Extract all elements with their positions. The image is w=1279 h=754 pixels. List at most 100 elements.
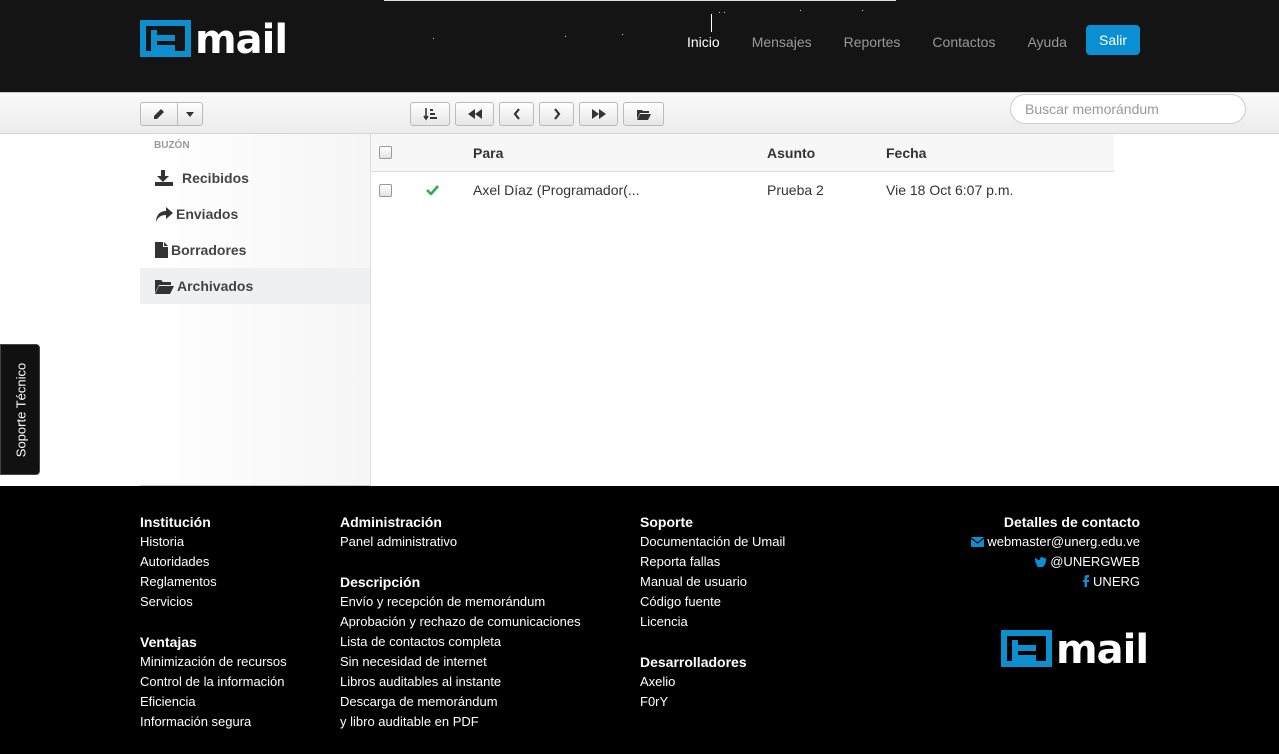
- footer-heading: Soporte: [640, 514, 693, 530]
- top-navbar: mail Inicio Mensajes Reportes Contactos …: [0, 0, 1279, 92]
- footer-link[interactable]: Autoridades: [140, 552, 287, 572]
- footer-text: Descarga de memorándum: [340, 694, 498, 709]
- first-page-button[interactable]: [455, 102, 494, 126]
- footer-link[interactable]: Manual de usuario: [640, 572, 785, 592]
- footer-text: Información segura: [140, 714, 252, 729]
- sort-button[interactable]: [410, 102, 450, 126]
- footer-link[interactable]: Licencia: [640, 612, 785, 632]
- contact-email-text: webmaster@unerg.edu.ve: [987, 534, 1140, 549]
- logo-mark-icon: [1001, 630, 1052, 667]
- footer-link[interactable]: Reporta fallas: [640, 552, 785, 572]
- download-icon: [155, 170, 173, 186]
- row-checkbox[interactable]: [379, 172, 392, 208]
- footer-heading: Descripción: [340, 574, 421, 590]
- footer-text: y libro auditable en PDF: [340, 714, 479, 729]
- footer-heading: Desarrolladores: [640, 654, 747, 670]
- footer-link[interactable]: Código fuente: [640, 592, 785, 612]
- footer-text: Minimización de recursos: [140, 654, 287, 669]
- footer-col-soporte: Soporte Documentación de Umail Reporta f…: [640, 512, 785, 712]
- navbar-top-line: [384, 0, 896, 1]
- footer-col-institucion: Institución Historia Autoridades Reglame…: [140, 512, 287, 732]
- footer-link[interactable]: Axelio: [640, 672, 785, 692]
- file-icon: [155, 242, 168, 258]
- table-row[interactable]: Axel Díaz (Programador(... Prueba 2 Vie …: [371, 172, 1114, 208]
- toolbar: [0, 92, 1279, 134]
- row-asunto: Prueba 2: [767, 182, 824, 198]
- footer-logo-text: mail: [1056, 627, 1149, 673]
- soporte-tab-label: Soporte Técnico: [13, 362, 29, 458]
- table-header: Para Asunto Fecha: [371, 134, 1114, 172]
- sidebar-item-archivados[interactable]: Archivados: [140, 268, 370, 304]
- contact-email[interactable]: webmaster@unerg.edu.ve: [970, 532, 1140, 552]
- select-all-checkbox[interactable]: [379, 134, 392, 171]
- logo-mark-icon: [140, 20, 191, 57]
- footer-link[interactable]: Panel administrativo: [340, 532, 581, 552]
- sidebar: Buzón Recibidos Enviados Borradores Arch…: [140, 134, 371, 486]
- contact-facebook-text: UNERG: [1093, 574, 1140, 589]
- prev-page-button[interactable]: [499, 102, 534, 126]
- footer-heading: Detalles de contacto: [1003, 514, 1140, 530]
- sidebar-item-label: Borradores: [171, 242, 247, 258]
- next-page-button[interactable]: [539, 102, 574, 126]
- last-page-button[interactable]: [579, 102, 618, 126]
- footer-text: Sin necesidad de internet: [340, 654, 487, 669]
- contact-twitter[interactable]: @UNERGWEB: [971, 552, 1140, 572]
- sidebar-item-enviados[interactable]: Enviados: [140, 196, 370, 232]
- compose-dropdown-button[interactable]: [177, 102, 203, 126]
- footer-link[interactable]: Historia: [140, 532, 287, 552]
- column-asunto[interactable]: Asunto: [767, 134, 815, 171]
- sort-icon: [423, 108, 437, 121]
- footer-text: Aprobación y rechazo de comunicaciones: [340, 614, 581, 629]
- footer-link[interactable]: Servicios: [140, 592, 287, 612]
- footer-heading: Institución: [140, 514, 211, 530]
- envelope-icon: [970, 537, 985, 547]
- folder-open-icon: [636, 109, 651, 120]
- nav-mensajes[interactable]: Mensajes: [736, 30, 828, 54]
- chevron-left-icon: [513, 108, 520, 120]
- archive-button[interactable]: [623, 102, 664, 126]
- folder-open-icon: [155, 279, 174, 294]
- twitter-icon: [1034, 557, 1047, 569]
- row-fecha: Vie 18 Oct 6:07 p.m.: [886, 182, 1014, 198]
- footer-col-administracion: Administración Panel administrativo Desc…: [340, 512, 581, 732]
- footer-heading: Administración: [340, 514, 442, 530]
- footer-text: Control de la información: [140, 674, 285, 689]
- message-table: Para Asunto Fecha Axel Díaz (Programador…: [371, 134, 1114, 208]
- nav-reportes[interactable]: Reportes: [828, 30, 917, 54]
- footer-umail-logo: mail: [1001, 627, 1149, 673]
- footer-heading: Ventajas: [140, 634, 197, 650]
- contact-facebook[interactable]: UNERG: [971, 572, 1140, 592]
- row-para: Axel Díaz (Programador(...: [473, 182, 640, 198]
- sidebar-item-label: Enviados: [176, 206, 239, 222]
- footer-text: Envío y recepción de memorándum: [340, 594, 546, 609]
- sidebar-item-borradores[interactable]: Borradores: [140, 232, 370, 268]
- footer-text: Lista de contactos completa: [340, 634, 502, 649]
- sidebar-item-label: Archivados: [177, 278, 254, 294]
- footer: Institución Historia Autoridades Reglame…: [0, 486, 1279, 754]
- nav-inicio[interactable]: Inicio: [671, 30, 736, 54]
- compose-button[interactable]: [140, 102, 178, 126]
- share-icon: [156, 206, 173, 222]
- footer-link[interactable]: Documentación de Umail: [640, 532, 785, 552]
- soporte-tecnico-tab[interactable]: Soporte Técnico: [0, 344, 40, 475]
- logout-button[interactable]: Salir: [1086, 25, 1140, 55]
- column-para[interactable]: Para: [473, 134, 503, 171]
- facebook-icon: [1083, 575, 1090, 587]
- logo-text: mail: [195, 17, 288, 63]
- column-fecha[interactable]: Fecha: [886, 134, 926, 171]
- footer-link[interactable]: Reglamentos: [140, 572, 287, 592]
- nav-ayuda[interactable]: Ayuda: [1011, 30, 1082, 54]
- footer-link[interactable]: F0rY: [640, 692, 785, 712]
- sidebar-item-label: Recibidos: [182, 170, 249, 186]
- umail-logo[interactable]: mail: [140, 17, 288, 63]
- fast-forward-icon: [591, 109, 606, 119]
- search-input[interactable]: [1010, 94, 1246, 124]
- nav-contactos[interactable]: Contactos: [916, 30, 1011, 54]
- caret-down-icon: [186, 111, 194, 117]
- chevron-right-icon: [553, 108, 560, 120]
- contact-twitter-text: @UNERGWEB: [1050, 554, 1140, 569]
- sidebar-item-recibidos[interactable]: Recibidos: [140, 160, 370, 196]
- footer-text: Libros auditables al instante: [340, 674, 502, 689]
- fast-backward-icon: [467, 109, 482, 119]
- sidebar-header: Buzón: [154, 140, 190, 151]
